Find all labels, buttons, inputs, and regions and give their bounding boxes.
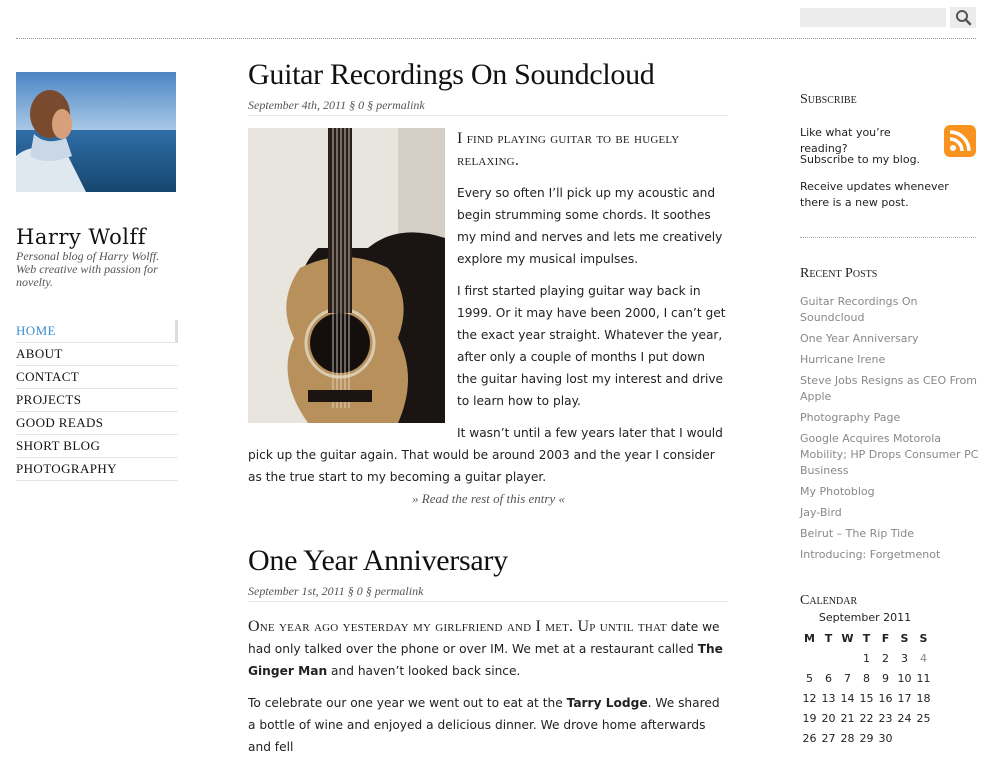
- calendar-day: 6: [825, 671, 832, 685]
- recent-post-link[interactable]: Guitar Recordings On Soundcloud: [800, 294, 980, 326]
- calendar-weekday: W: [841, 631, 854, 645]
- nav-item-good-reads[interactable]: GOOD READS: [16, 412, 178, 435]
- post-title[interactable]: Guitar Recordings On Soundcloud: [248, 58, 655, 92]
- nav-item-photography[interactable]: PHOTOGRAPHY: [16, 458, 178, 481]
- subscribe-link[interactable]: Subscribe to my blog.: [800, 152, 940, 168]
- calendar-weekday: T: [862, 631, 871, 645]
- post-paragraph: It wasn’t until a few years later that I…: [248, 426, 723, 484]
- calendar-day: 8: [863, 671, 870, 685]
- calendar-day: 25: [916, 711, 931, 725]
- calendar: M T W T F S S 1 2 3 4 5 6 7 8 9 10 11 12…: [800, 628, 933, 748]
- calendar-day: 23: [878, 711, 893, 725]
- recent-post-link[interactable]: Jay-Bird: [800, 505, 980, 521]
- recent-post-link[interactable]: Google Acquires Motorola Mobility; HP Dr…: [800, 431, 980, 479]
- search-button[interactable]: [950, 7, 976, 28]
- recent-posts-heading: Recent Posts: [800, 266, 878, 281]
- nav-item-short-blog[interactable]: SHORT BLOG: [16, 435, 178, 458]
- header-divider: [16, 38, 976, 39]
- calendar-day: 21: [840, 711, 855, 725]
- calendar-day: 26: [802, 731, 817, 745]
- calendar-weekday: M: [804, 631, 815, 645]
- nav-item-projects[interactable]: PROJECTS: [16, 389, 178, 412]
- post-text: To celebrate our one year we went out to…: [248, 696, 567, 710]
- post-meta: September 1st, 2011 § 0 § permalink: [248, 584, 728, 602]
- calendar-day: 13: [821, 691, 836, 705]
- calendar-day-link[interactable]: 4: [914, 648, 933, 668]
- calendar-weekday: S: [919, 631, 928, 645]
- calendar-day: 16: [878, 691, 893, 705]
- recent-post-link[interactable]: One Year Anniversary: [800, 331, 980, 347]
- calendar-day: 5: [806, 671, 813, 685]
- sidebar-divider: [800, 237, 976, 238]
- main-nav: HOME ABOUT CONTACT PROJECTS GOOD READS S…: [16, 320, 178, 481]
- recent-post-link[interactable]: Steve Jobs Resigns as CEO From Apple: [800, 373, 980, 405]
- search-input[interactable]: [800, 8, 946, 27]
- avatar[interactable]: [16, 72, 176, 192]
- calendar-day: 22: [859, 711, 874, 725]
- calendar-heading: Calendar: [800, 593, 858, 608]
- subscribe-heading: Subscribe: [800, 92, 857, 107]
- calendar-day: 20: [821, 711, 836, 725]
- calendar-day: [819, 648, 838, 668]
- site-title[interactable]: Harry Wolff: [16, 225, 146, 249]
- calendar-day: 28: [840, 731, 855, 745]
- calendar-day-link[interactable]: 1: [857, 648, 876, 668]
- guitar-photo[interactable]: [248, 128, 445, 423]
- calendar-day: [838, 648, 857, 668]
- site-tagline: Personal blog of Harry Wolff. Web creati…: [16, 249, 160, 289]
- post-meta: September 4th, 2011 § 0 § permalink: [248, 98, 728, 116]
- recent-post-link[interactable]: Hurricane Irene: [800, 352, 980, 368]
- calendar-day: 7: [844, 671, 851, 685]
- search-icon: [956, 10, 972, 26]
- recent-post-link[interactable]: Introducing: Forgetmenot: [800, 547, 980, 563]
- calendar-day: 3: [901, 651, 908, 665]
- calendar-day: [895, 728, 914, 748]
- calendar-day: 29: [859, 731, 874, 745]
- post-lead: One year ago yesterday my girlfriend and…: [248, 618, 667, 635]
- calendar-day: 9: [882, 671, 889, 685]
- nav-item-home[interactable]: HOME: [16, 320, 178, 343]
- calendar-day: 12: [802, 691, 817, 705]
- calendar-day: 18: [916, 691, 931, 705]
- restaurant-link[interactable]: Tarry Lodge: [567, 696, 648, 710]
- calendar-day: 11: [916, 671, 931, 685]
- calendar-weekday: F: [881, 631, 890, 645]
- post-text: and haven’t looked back since.: [327, 664, 521, 678]
- read-more-link[interactable]: » Read the rest of this entry «: [412, 491, 565, 507]
- recent-post-link[interactable]: Beirut – The Rip Tide: [800, 526, 980, 542]
- calendar-day: 15: [859, 691, 874, 705]
- calendar-day: 30: [878, 731, 893, 745]
- post-lead: I find playing guitar to be hugely relax…: [457, 130, 680, 169]
- calendar-day: 27: [821, 731, 836, 745]
- calendar-month: September 2011: [818, 611, 912, 624]
- nav-item-about[interactable]: ABOUT: [16, 343, 178, 366]
- calendar-day: 17: [897, 691, 912, 705]
- calendar-day: 2: [882, 651, 889, 665]
- calendar-weekday: T: [824, 631, 833, 645]
- recent-post-link[interactable]: Photography Page: [800, 410, 980, 426]
- post-body: One year ago yesterday my girlfriend and…: [248, 616, 728, 768]
- post-body: I find playing guitar to be hugely relax…: [248, 128, 728, 498]
- subscribe-email-link[interactable]: Receive updates whenever there is a new …: [800, 179, 976, 211]
- post-title[interactable]: One Year Anniversary: [248, 544, 508, 578]
- recent-post-link[interactable]: My Photoblog: [800, 484, 980, 500]
- calendar-day: 14: [840, 691, 855, 705]
- calendar-day: 24: [897, 711, 912, 725]
- calendar-day: 19: [802, 711, 817, 725]
- calendar-day: [800, 648, 819, 668]
- calendar-day: [914, 728, 933, 748]
- recent-posts-list: Guitar Recordings On Soundcloud One Year…: [800, 294, 980, 568]
- nav-item-contact[interactable]: CONTACT: [16, 366, 178, 389]
- rss-icon[interactable]: [944, 125, 976, 157]
- calendar-day: 10: [897, 671, 912, 685]
- calendar-weekday: S: [900, 631, 909, 645]
